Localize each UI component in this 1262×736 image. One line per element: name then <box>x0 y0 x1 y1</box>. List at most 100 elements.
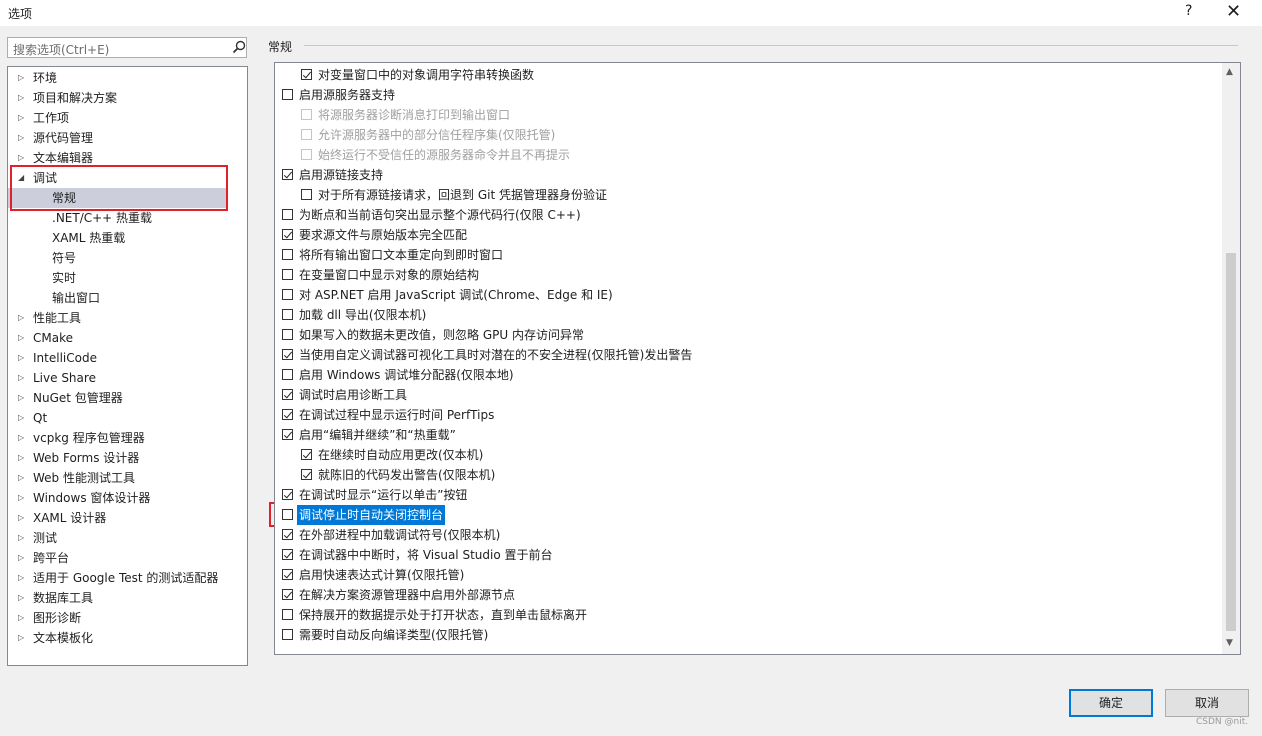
collapsed-arrow-icon[interactable]: ▷ <box>18 68 24 88</box>
collapsed-arrow-icon[interactable]: ▷ <box>18 528 24 548</box>
collapsed-arrow-icon[interactable]: ▷ <box>18 388 24 408</box>
tree-item[interactable]: .NET/C++ 热重载 <box>8 208 247 228</box>
collapsed-arrow-icon[interactable]: ▷ <box>18 408 24 428</box>
collapsed-arrow-icon[interactable]: ▷ <box>18 308 24 328</box>
tree-item[interactable]: ▷ Web Forms 设计器 <box>8 448 247 468</box>
option-checkbox[interactable] <box>282 209 293 220</box>
ok-button[interactable]: 确定 <box>1069 689 1153 717</box>
collapsed-arrow-icon[interactable]: ▷ <box>18 108 24 128</box>
tree-item[interactable]: ▷ 工作项 <box>8 108 247 128</box>
collapsed-arrow-icon[interactable]: ▷ <box>18 508 24 528</box>
tree-item[interactable]: ▷ Live Share <box>8 368 247 388</box>
tree-item[interactable]: ▷ 环境 <box>8 68 247 88</box>
option-label: 调试停止时自动关闭控制台 <box>297 505 446 525</box>
tree-item[interactable]: ▷ Windows 窗体设计器 <box>8 488 247 508</box>
option-label: 在变量窗口中显示对象的原始结构 <box>299 268 480 282</box>
option-checkbox[interactable] <box>301 189 312 200</box>
option-checkbox[interactable] <box>282 289 293 300</box>
scroll-thumb[interactable] <box>1226 253 1236 631</box>
option-checkbox[interactable] <box>282 89 293 100</box>
option-checkbox[interactable] <box>282 609 293 620</box>
option-checkbox[interactable] <box>282 629 293 640</box>
collapsed-arrow-icon[interactable]: ▷ <box>18 468 24 488</box>
option-checkbox[interactable] <box>282 489 293 500</box>
collapsed-arrow-icon[interactable]: ▷ <box>18 328 24 348</box>
collapsed-arrow-icon[interactable]: ▷ <box>18 488 24 508</box>
help-button[interactable]: ? <box>1185 3 1192 19</box>
option-checkbox[interactable] <box>301 149 312 160</box>
option-checkbox[interactable] <box>282 409 293 420</box>
scroll-up-icon[interactable]: ▲ <box>1226 67 1233 77</box>
tree-item[interactable]: ▷ 测试 <box>8 528 247 548</box>
tree-item[interactable]: ▷ IntelliCode <box>8 348 247 368</box>
option-checkbox[interactable] <box>282 589 293 600</box>
option-label: 启用源服务器支持 <box>299 88 396 102</box>
option-checkbox[interactable] <box>282 249 293 260</box>
option-checkbox[interactable] <box>301 109 312 120</box>
search-input[interactable]: 搜索选项(Ctrl+E) <box>7 37 247 58</box>
tree-item[interactable]: ▷ Qt <box>8 408 247 428</box>
search-icon[interactable] <box>232 40 246 54</box>
watermark: CSDN @nit. <box>1196 717 1249 727</box>
option-checkbox[interactable] <box>301 129 312 140</box>
tree-item[interactable]: ▷ 适用于 Google Test 的测试适配器 <box>8 568 247 588</box>
tree-item[interactable]: ▷ XAML 设计器 <box>8 508 247 528</box>
tree-item[interactable]: ▷ NuGet 包管理器 <box>8 388 247 408</box>
annotation-box-tree <box>10 165 228 211</box>
close-button[interactable]: ✕ <box>1226 2 1241 22</box>
option-label: 对 ASP.NET 启用 JavaScript 调试(Chrome、Edge 和… <box>299 288 613 302</box>
option-checkbox[interactable] <box>282 389 293 400</box>
collapsed-arrow-icon[interactable]: ▷ <box>18 448 24 468</box>
tree-item[interactable]: ▷ 文本模板化 <box>8 628 247 648</box>
option-checkbox[interactable] <box>282 329 293 340</box>
cancel-button[interactable]: 取消 <box>1165 689 1249 717</box>
option-checkbox[interactable] <box>301 449 312 460</box>
tree-item[interactable]: ▷ CMake <box>8 328 247 348</box>
option-checkbox[interactable] <box>282 549 293 560</box>
option-checkbox[interactable] <box>301 469 312 480</box>
collapsed-arrow-icon[interactable]: ▷ <box>18 608 24 628</box>
tree-item[interactable]: ▷ 项目和解决方案 <box>8 88 247 108</box>
tree-item[interactable]: 实时 <box>8 268 247 288</box>
option-checkbox[interactable] <box>282 309 293 320</box>
option-checkbox[interactable] <box>282 529 293 540</box>
scroll-down-icon[interactable]: ▼ <box>1226 638 1233 648</box>
option-checkbox[interactable] <box>282 169 293 180</box>
tree-item[interactable]: ▷ 跨平台 <box>8 548 247 568</box>
option-checkbox[interactable] <box>282 229 293 240</box>
option-label: 在继续时自动应用更改(仅本机) <box>318 448 484 462</box>
collapsed-arrow-icon[interactable]: ▷ <box>18 568 24 588</box>
tree-item-label: 适用于 Google Test 的测试适配器 <box>33 571 219 585</box>
collapsed-arrow-icon[interactable]: ▷ <box>18 88 24 108</box>
tree-item[interactable]: XAML 热重载 <box>8 228 247 248</box>
collapsed-arrow-icon[interactable]: ▷ <box>18 128 24 148</box>
options-tree: ▷ 环境 ▷ 项目和解决方案 ▷ 工作项 ▷ 源代码管理 ▷ 文本编辑器 ◢ 调试 常规 .NET/C++… <box>7 66 248 666</box>
option-checkbox[interactable] <box>282 509 293 520</box>
tree-item[interactable]: ▷ Web 性能测试工具 <box>8 468 247 488</box>
vertical-scrollbar[interactable]: ▲ ▼ <box>1222 63 1240 654</box>
tree-item[interactable]: ▷ 源代码管理 <box>8 128 247 148</box>
option-label: 启用源链接支持 <box>299 168 384 182</box>
collapsed-arrow-icon[interactable]: ▷ <box>18 548 24 568</box>
tree-item[interactable]: ▷ 性能工具 <box>8 308 247 328</box>
tree-item[interactable]: 符号 <box>8 248 247 268</box>
tree-item-label: XAML 设计器 <box>33 511 107 525</box>
option-checkbox[interactable] <box>282 369 293 380</box>
tree-item-label: 测试 <box>33 531 58 545</box>
option-checkbox[interactable] <box>282 429 293 440</box>
tree-item[interactable]: ▷ 图形诊断 <box>8 608 247 628</box>
tree-item[interactable]: ▷ 数据库工具 <box>8 588 247 608</box>
option-checkbox[interactable] <box>282 349 293 360</box>
collapsed-arrow-icon[interactable]: ▷ <box>18 348 24 368</box>
collapsed-arrow-icon[interactable]: ▷ <box>18 588 24 608</box>
tree-item-label: 源代码管理 <box>33 131 94 145</box>
tree-item[interactable]: ▷ vcpkg 程序包管理器 <box>8 428 247 448</box>
tree-item[interactable]: 输出窗口 <box>8 288 247 308</box>
tree-item-label: NuGet 包管理器 <box>33 391 123 405</box>
option-checkbox[interactable] <box>282 569 293 580</box>
collapsed-arrow-icon[interactable]: ▷ <box>18 428 24 448</box>
option-checkbox[interactable] <box>301 69 312 80</box>
collapsed-arrow-icon[interactable]: ▷ <box>18 628 24 648</box>
option-checkbox[interactable] <box>282 269 293 280</box>
collapsed-arrow-icon[interactable]: ▷ <box>18 368 24 388</box>
